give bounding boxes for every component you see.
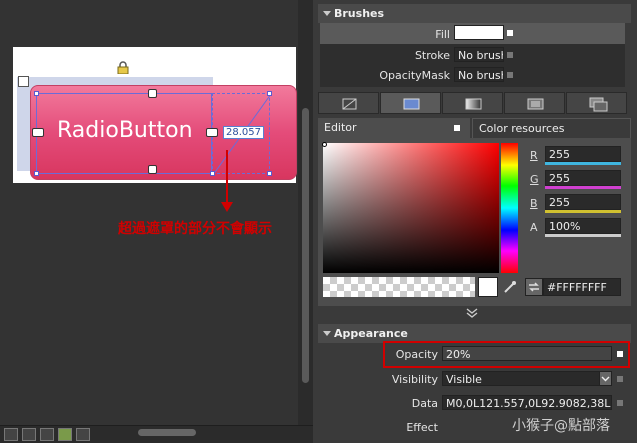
red-channel-input[interactable]: 255 (545, 146, 621, 162)
gradient-brush-icon (465, 98, 482, 110)
annotation-arrow-head (221, 202, 233, 212)
tile-brush-tab[interactable] (504, 92, 565, 114)
opacitymask-value[interactable]: No brush (454, 67, 504, 82)
visibility-dropdown-arrow[interactable] (599, 371, 612, 386)
selection-box[interactable] (36, 93, 212, 174)
eyedropper-icon[interactable] (502, 279, 518, 295)
hex-color-input[interactable]: #FFFFFFFF (543, 278, 621, 296)
corner-handle[interactable] (34, 171, 39, 176)
green-channel-bar[interactable] (545, 186, 621, 189)
visibility-label: Visibility (391, 373, 438, 386)
brushes-title: Brushes (334, 7, 385, 20)
red-channel-label: R (530, 149, 538, 162)
editor-tab-dot[interactable] (454, 125, 460, 131)
stroke-advanced-dot[interactable] (507, 52, 513, 58)
alpha-slider[interactable] (323, 277, 475, 297)
gradient-brush-tab[interactable] (442, 92, 503, 114)
blue-channel-bar[interactable] (545, 210, 621, 213)
resize-handle-left[interactable] (32, 128, 44, 137)
data-label: Data (411, 397, 438, 410)
fill-swatch[interactable] (454, 25, 504, 40)
hex-toggle-icon[interactable] (525, 278, 543, 296)
annotation-arrow (226, 150, 228, 206)
snap-grid-icon[interactable] (40, 428, 54, 441)
color-saturation-field[interactable] (323, 143, 499, 273)
opacitymask-label: OpacityMask (379, 69, 450, 82)
current-color-swatch (478, 277, 498, 297)
resize-handle-bottom[interactable] (148, 165, 157, 174)
size-readout: 28.057 (223, 126, 264, 139)
visibility-advanced-dot[interactable] (617, 376, 623, 382)
brush-type-tabs (318, 92, 631, 114)
grid-icon (18, 76, 29, 87)
data-input[interactable]: M0,0L121.557,0L92.9082,38L0,... (442, 395, 612, 410)
blue-channel-input[interactable]: 255 (545, 194, 621, 210)
corner-handle[interactable] (210, 171, 215, 176)
snap-lines-icon[interactable] (58, 428, 72, 441)
chevron-down-icon[interactable] (466, 308, 478, 321)
annotation-text: 超過遮罩的部分不會顯示 (118, 221, 272, 237)
green-channel-input[interactable]: 255 (545, 170, 621, 186)
grid-icon[interactable] (22, 428, 36, 441)
red-channel-bar[interactable] (545, 162, 621, 165)
stroke-value[interactable]: No brush (454, 47, 504, 62)
lock-icon[interactable] (117, 61, 129, 74)
brushes-section-header[interactable]: Brushes (318, 4, 631, 23)
corner-handle[interactable] (34, 91, 39, 96)
fill-label: Fill (435, 28, 450, 41)
appearance-title: Appearance (334, 327, 408, 340)
annotation-icon[interactable] (76, 428, 90, 441)
blue-channel-label: B (530, 197, 538, 210)
tile-brush-icon (527, 98, 544, 110)
resize-handle-top[interactable] (148, 89, 157, 98)
color-picker-cursor[interactable] (322, 142, 327, 147)
data-advanced-dot[interactable] (617, 400, 623, 406)
tab-color-resources[interactable]: Color resources (472, 118, 631, 138)
visibility-select[interactable]: Visible (442, 371, 600, 386)
solid-brush-icon (403, 98, 420, 110)
watermark-text: 小猴子@點部落 (512, 418, 610, 434)
alpha-channel-input[interactable]: 100% (545, 218, 621, 234)
effect-label: Effect (406, 421, 438, 434)
collapse-triangle-icon (323, 331, 331, 336)
fx-icon[interactable] (4, 428, 18, 441)
green-channel-label: G (530, 173, 539, 186)
no-brush-icon (342, 98, 357, 110)
horizontal-scroll-thumb[interactable] (138, 429, 196, 436)
opacitymask-advanced-dot[interactable] (507, 72, 513, 78)
collapse-triangle-icon (323, 11, 331, 16)
resource-brush-tab[interactable] (566, 92, 627, 114)
corner-handle[interactable] (267, 91, 272, 96)
corner-handle[interactable] (267, 171, 272, 176)
alpha-channel-bar[interactable] (545, 234, 621, 237)
chevron-down-icon (601, 376, 610, 382)
tab-editor[interactable]: Editor (318, 118, 470, 138)
stroke-label: Stroke (414, 49, 450, 62)
solid-brush-tab[interactable] (380, 92, 441, 114)
vertical-scroll-thumb[interactable] (302, 108, 309, 383)
fill-advanced-dot[interactable] (507, 30, 513, 36)
resource-brush-icon (589, 97, 608, 112)
alpha-channel-label: A (530, 221, 538, 234)
resize-handle-right[interactable] (206, 128, 218, 137)
hue-slider[interactable] (501, 143, 518, 273)
opacity-highlight-box (383, 341, 630, 368)
no-brush-tab[interactable] (318, 92, 379, 114)
